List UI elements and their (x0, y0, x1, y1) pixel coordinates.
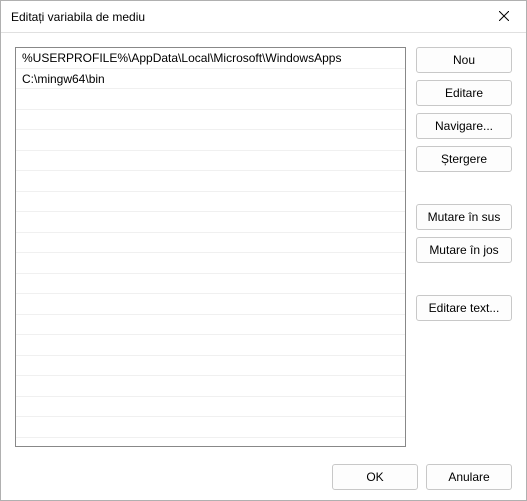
list-item-empty[interactable] (16, 130, 405, 151)
list-item-empty[interactable] (16, 151, 405, 172)
list-item-empty[interactable] (16, 335, 405, 356)
list-item-empty[interactable] (16, 356, 405, 377)
env-var-dialog: Editați variabila de mediu %USERPROFILE%… (0, 0, 527, 501)
list-item-empty[interactable] (16, 212, 405, 233)
list-item[interactable]: %USERPROFILE%\AppData\Local\Microsoft\Wi… (16, 48, 405, 69)
dialog-footer: OK Anulare (15, 450, 512, 490)
browse-button[interactable]: Navigare... (416, 113, 512, 139)
dialog-content: %USERPROFILE%\AppData\Local\Microsoft\Wi… (1, 33, 526, 500)
list-item-empty[interactable] (16, 110, 405, 131)
button-column: Nou Editare Navigare... Ștergere Mutare … (416, 47, 512, 450)
delete-button[interactable]: Ștergere (416, 146, 512, 172)
main-row: %USERPROFILE%\AppData\Local\Microsoft\Wi… (15, 47, 512, 450)
edit-button[interactable]: Editare (416, 80, 512, 106)
window-title: Editați variabila de mediu (11, 10, 145, 24)
list-item-empty[interactable] (16, 376, 405, 397)
button-gap (416, 179, 512, 197)
list-item-empty[interactable] (16, 294, 405, 315)
close-icon (499, 10, 509, 24)
edit-text-button[interactable]: Editare text... (416, 295, 512, 321)
new-button[interactable]: Nou (416, 47, 512, 73)
list-item-empty[interactable] (16, 397, 405, 418)
list-item-empty[interactable] (16, 192, 405, 213)
button-gap (416, 270, 512, 288)
path-listbox[interactable]: %USERPROFILE%\AppData\Local\Microsoft\Wi… (15, 47, 406, 447)
ok-button[interactable]: OK (332, 464, 418, 490)
list-item-empty[interactable] (16, 89, 405, 110)
list-item-empty[interactable] (16, 171, 405, 192)
cancel-button[interactable]: Anulare (426, 464, 512, 490)
close-button[interactable] (482, 2, 526, 32)
move-up-button[interactable]: Mutare în sus (416, 204, 512, 230)
move-down-button[interactable]: Mutare în jos (416, 237, 512, 263)
list-item-empty[interactable] (16, 315, 405, 336)
list-item-empty[interactable] (16, 274, 405, 295)
list-item-empty[interactable] (16, 417, 405, 438)
titlebar: Editați variabila de mediu (1, 1, 526, 33)
list-item-empty[interactable] (16, 253, 405, 274)
list-item-empty[interactable] (16, 233, 405, 254)
list-item[interactable]: C:\mingw64\bin (16, 69, 405, 90)
